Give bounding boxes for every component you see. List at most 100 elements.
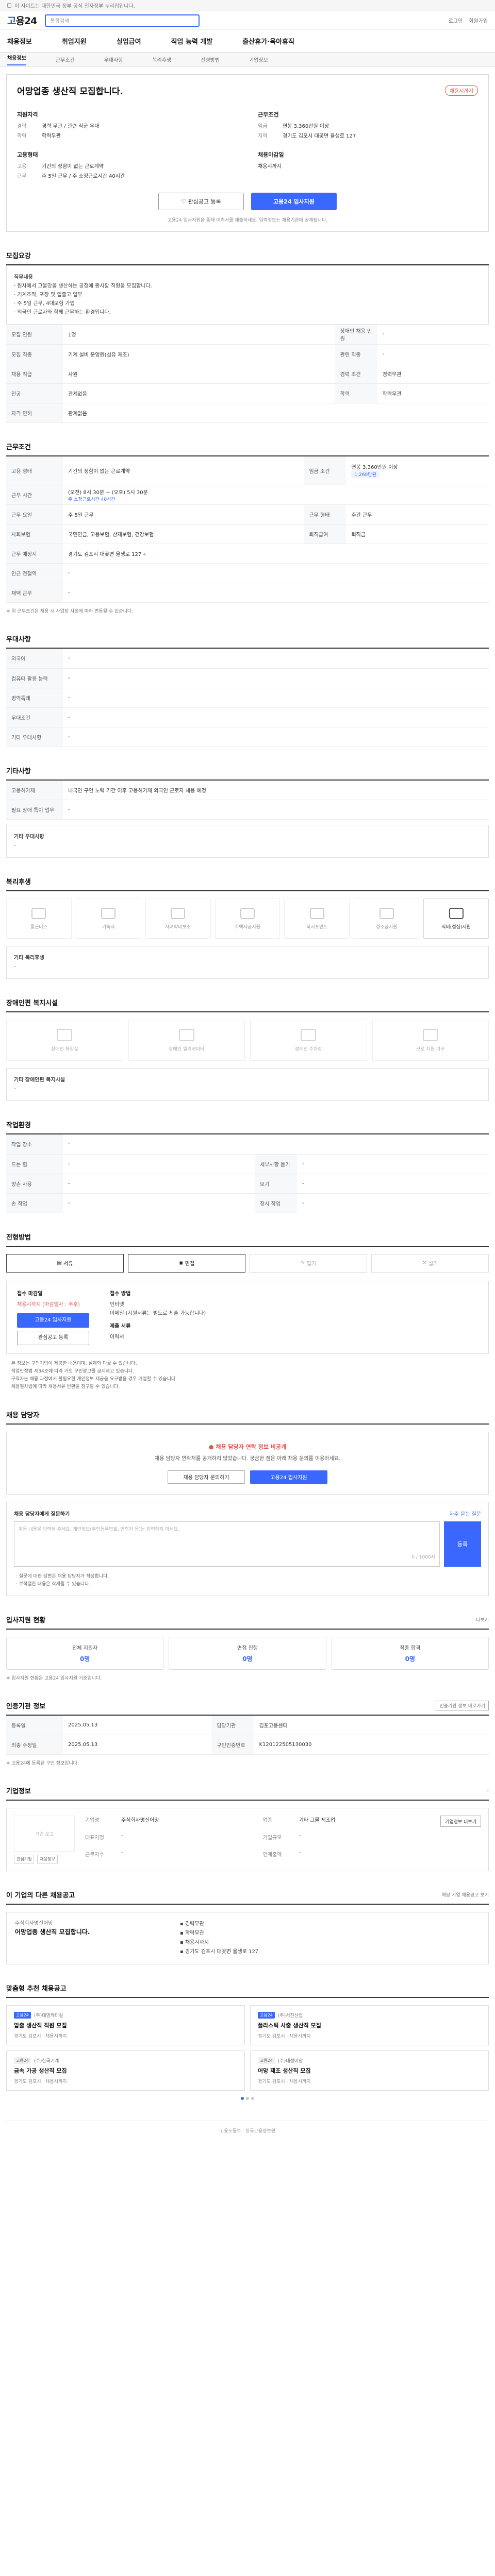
contact-heading: 채용 담당자 bbox=[6, 1410, 489, 1425]
apply-button[interactable]: 고용24 입사지원 bbox=[251, 193, 337, 210]
etc-table: 고용허가제 내국인 구인 노력 기간 이후 고용허가제 외국인 근로자 채용 예정… bbox=[6, 780, 489, 820]
job-title: 어망업종 생산직 모집합니다. bbox=[17, 87, 123, 97]
related-job-card[interactable]: 주식회사명신어망 어망업종 생산직 모집합니다. ▪ 경력무관 ▪ 학력무관 ▪… bbox=[6, 1912, 489, 1964]
table-row: 외국어 - bbox=[6, 649, 489, 669]
table-row: 근무 예정지 경기도 김포시 대곶면 율생로 127 ⌖ bbox=[6, 544, 489, 564]
table-row: 모집 인원 1명 장애인 채용 인원 - bbox=[6, 325, 489, 345]
table-row: 드는 힘 - 세부사항 듣기 - bbox=[6, 1154, 489, 1174]
tab-conditions[interactable]: 근무조건 bbox=[56, 56, 75, 63]
related-job-title: 어망업종 생산직 모집합니다. bbox=[15, 1928, 90, 1936]
table-row: 병역특례 - bbox=[6, 688, 489, 708]
carousel-dots[interactable] bbox=[6, 2097, 489, 2100]
main-nav: 채용정보 취업지원 실업급여 직업 능력 개발 출산휴가·육아휴직 bbox=[0, 30, 495, 53]
welfare-grid: 통근버스 기숙사 자녀학비보조 주택자금지원 복지포인트 경조금지원 식비(점심… bbox=[6, 899, 489, 939]
company-bookmark-button[interactable]: 관심기업 bbox=[14, 1855, 35, 1863]
tab-company[interactable]: 기업정보 bbox=[249, 56, 268, 63]
application-box: 접수 마감일 채용시까지 (마감일자 : 추후) 고용24 입사지원 관심공고 … bbox=[6, 1280, 489, 1354]
tool-icon bbox=[422, 1028, 438, 1041]
work-note: ※ 위 근무조건은 채용 시 사업장 사정에 따라 변동될 수 있습니다. bbox=[6, 609, 134, 614]
similar-heading: 맞춤형 추천 채용공고 bbox=[6, 1985, 67, 1993]
page: 이 사이트는 대한민국 정부 공식 전자정부 누리집입니다. 고용24 통합검색… bbox=[0, 0, 495, 2140]
preference-section: 우대사항 외국어 - 컴퓨터 활용 능력 - 병역특례 - 우대조건 - 기타 우대사항… bbox=[6, 634, 489, 747]
table-row: 컴퓨터 활용 능력 - bbox=[6, 668, 489, 688]
company-jobs-button[interactable]: 채용정보 bbox=[37, 1855, 58, 1863]
status-card: 최종 합격 0명 bbox=[331, 1636, 489, 1670]
deadline-icon: ▪ bbox=[180, 1940, 185, 1945]
job-summary-card: 어망업종 생산직 모집합니다. 채용시까지 지원자격 경력 경력 무관 / 관련 … bbox=[6, 74, 489, 232]
question-submit-button[interactable]: 등록 bbox=[444, 1521, 481, 1567]
welfare-section: 복리후생 통근버스 기숙사 자녀학비보조 주택자금지원 복지포인트 경조금지원 … bbox=[6, 876, 489, 979]
status-badge: 채용시까지 bbox=[445, 85, 478, 96]
registration-section: 인증기관 정보 인증기관 정보 바로가기 등록일 2025.05.13 담당기관 김포고… bbox=[6, 1700, 489, 1768]
lock-icon bbox=[7, 3, 11, 8]
tab-preference[interactable]: 우대사항 bbox=[104, 56, 123, 63]
nav-item[interactable]: 채용정보 bbox=[7, 36, 32, 46]
faq-link[interactable]: 자주 묻는 질문 bbox=[449, 1510, 481, 1517]
table-row: 모집 직종 기계 설비 운영원(섬유 제조) 관련 직종 - bbox=[6, 344, 489, 364]
scrap-button[interactable]: ♡ 관심공고 등록 bbox=[158, 193, 244, 210]
status-more-link[interactable]: 더보기 bbox=[476, 1616, 489, 1623]
scrap-button-2[interactable]: 관심공고 등록 bbox=[17, 1330, 89, 1345]
job-description: 직무내용 · 원사에서 그물망을 생산하는 공정에 종사할 직원을 모집합니다.… bbox=[6, 265, 489, 325]
join-link[interactable]: 회원가입 bbox=[469, 16, 488, 24]
person-icon: ◉ bbox=[178, 1260, 185, 1266]
etc-heading: 기타사항 bbox=[6, 766, 489, 781]
related-more-link[interactable]: 해당 기업 채용공고 보기 bbox=[442, 1891, 489, 1898]
table-row: 재택 근무 - bbox=[6, 583, 489, 603]
disability-section: 장애인편 복지시설 장애인 화장실 장애인 엘리베이터 장애인 주차장 근로 지… bbox=[6, 997, 489, 1101]
welfare-heading: 복리후생 bbox=[6, 876, 489, 891]
company-more-button[interactable]: 기업정보 더보기 bbox=[440, 1816, 481, 1827]
environment-table: 작업 장소 - 드는 힘 - 세부사항 듣기 - 양손 사용 - 보기 - 손 작업 - 장시 작… bbox=[6, 1134, 489, 1213]
status-heading: 입사지원 현황 bbox=[6, 1616, 46, 1624]
career-icon: ▪ bbox=[180, 1921, 185, 1927]
status-card: 면접 진행 0명 bbox=[169, 1636, 326, 1670]
money-icon bbox=[240, 907, 255, 919]
similar-job-card[interactable]: 고용24 (주)대명케미칼 압출 생산직 직원 모집 경기도 김포시 · 채용시까… bbox=[6, 2005, 245, 2045]
nav-item[interactable]: 실업급여 bbox=[117, 36, 141, 46]
search-input[interactable]: 통합검색 bbox=[45, 14, 200, 27]
status-cards: 전체 지원자 0명 면접 진행 0명 최종 합격 0명 bbox=[6, 1636, 489, 1670]
table-row: 손 작업 - 장시 작업 - bbox=[6, 1193, 489, 1213]
related-section: 이 기업의 다른 채용공고 해당 기업 채용공고 보기 주식회사명신어망 어망업종… bbox=[6, 1890, 489, 1964]
registration-link[interactable]: 인증기관 정보 바로가기 bbox=[436, 1700, 489, 1710]
similar-section: 맞춤형 추천 채용공고 고용24 (주)대명케미칼 압출 생산직 직원 모집 경기… bbox=[6, 1983, 489, 2100]
similar-job-card[interactable]: 고용24 (주)서진산업 플라스틱 사출 생산직 모집 경기도 김포시 · 채용시… bbox=[250, 2005, 489, 2045]
recruit-table: 모집 인원 1명 장애인 채용 인원 - 모집 직종 기계 설비 운영원(섬유 제조) 관… bbox=[6, 325, 489, 423]
similar-job-card[interactable]: 고용24 (주)한국기계 금속 가공 생산직 모집 경기도 김포시 · 채용시까지 bbox=[6, 2050, 245, 2091]
tool-icon: ⚒ bbox=[422, 1260, 428, 1266]
apply-button-2[interactable]: 고용24 입사지원 bbox=[17, 1313, 89, 1328]
environment-section: 작업환경 작업 장소 - 드는 힘 - 세부사항 듣기 - 양손 사용 - 보기 - 손 작업… bbox=[6, 1120, 489, 1213]
process-heading: 전형방법 bbox=[6, 1232, 489, 1247]
contact-box: ● 채용 담당자 연락 정보 비공개 채용 담당자 연락처를 공개하지 않았습니… bbox=[6, 1431, 489, 1495]
nav-item[interactable]: 출산휴가·육아휴직 bbox=[242, 36, 294, 46]
similar-job-card[interactable]: 고용24 (주)태성어망 어망 제조 생산직 모집 경기도 김포시 · 채용시까지 bbox=[250, 2050, 489, 2091]
header: 고용24 통합검색 로그인 회원가입 bbox=[0, 11, 495, 30]
contact-inquiry-button[interactable]: 채용 담당자 문의하기 bbox=[168, 1470, 245, 1484]
table-row: 기타 우대사항 - bbox=[6, 727, 489, 747]
work-heading: 근무조건 bbox=[6, 442, 489, 456]
table-row: 최종 수정일 2025.05.13 구인인증번호 K120122505130030 bbox=[6, 1735, 489, 1755]
contact-apply-button[interactable]: 고용24 입사지원 bbox=[250, 1470, 327, 1484]
tab-welfare[interactable]: 복리후생 bbox=[152, 56, 171, 63]
tab-process[interactable]: 전형방법 bbox=[201, 56, 220, 63]
registration-heading: 인증기관 정보 bbox=[6, 1702, 46, 1710]
etc-section: 기타사항 고용허가제 내국인 구인 노력 기간 이후 고용허가제 외국인 근로자 … bbox=[6, 766, 489, 858]
meal-icon bbox=[449, 907, 464, 919]
table-row: 고용 형태 기간의 정함이 없는 근로계약 임금 조건 연봉 3,360만원 이상 1,… bbox=[6, 456, 489, 485]
nav-item[interactable]: 직업 능력 개발 bbox=[171, 36, 213, 46]
question-textarea[interactable]: 질문 내용을 입력해 주세요. 개인정보(주민등록번호, 연락처 등)는 입력하… bbox=[14, 1521, 440, 1567]
welfare-item: 기숙사 bbox=[75, 899, 141, 939]
preference-heading: 우대사항 bbox=[6, 634, 489, 649]
apply-note: 고용24 입사지원을 통해 이력서를 제출하세요. 입력정보는 채용기관에 공개… bbox=[167, 218, 328, 223]
welfare-etc-box: 기타 복리후생 - bbox=[6, 946, 489, 979]
nav-item[interactable]: 취업지원 bbox=[62, 36, 87, 46]
map-pin-icon[interactable]: ⌖ bbox=[143, 552, 146, 557]
tab-recruit[interactable]: 채용정보 bbox=[7, 54, 26, 65]
contact-section: 채용 담당자 ● 채용 담당자 연락 정보 비공개 채용 담당자 연락처를 공개… bbox=[6, 1410, 489, 1596]
process-section: 전형방법 ▤ 서류 ◉ 면접 ✎ 필기 ⚒ 실기 접수 마감일 채용시까지 (마… bbox=[6, 1232, 489, 1391]
process-steps: ▤ 서류 ◉ 면접 ✎ 필기 ⚒ 실기 bbox=[6, 1253, 489, 1273]
site-logo[interactable]: 고용24 bbox=[7, 13, 37, 27]
environment-heading: 작업환경 bbox=[6, 1120, 489, 1134]
login-link[interactable]: 로그인 bbox=[449, 16, 463, 24]
house-icon bbox=[101, 907, 116, 919]
